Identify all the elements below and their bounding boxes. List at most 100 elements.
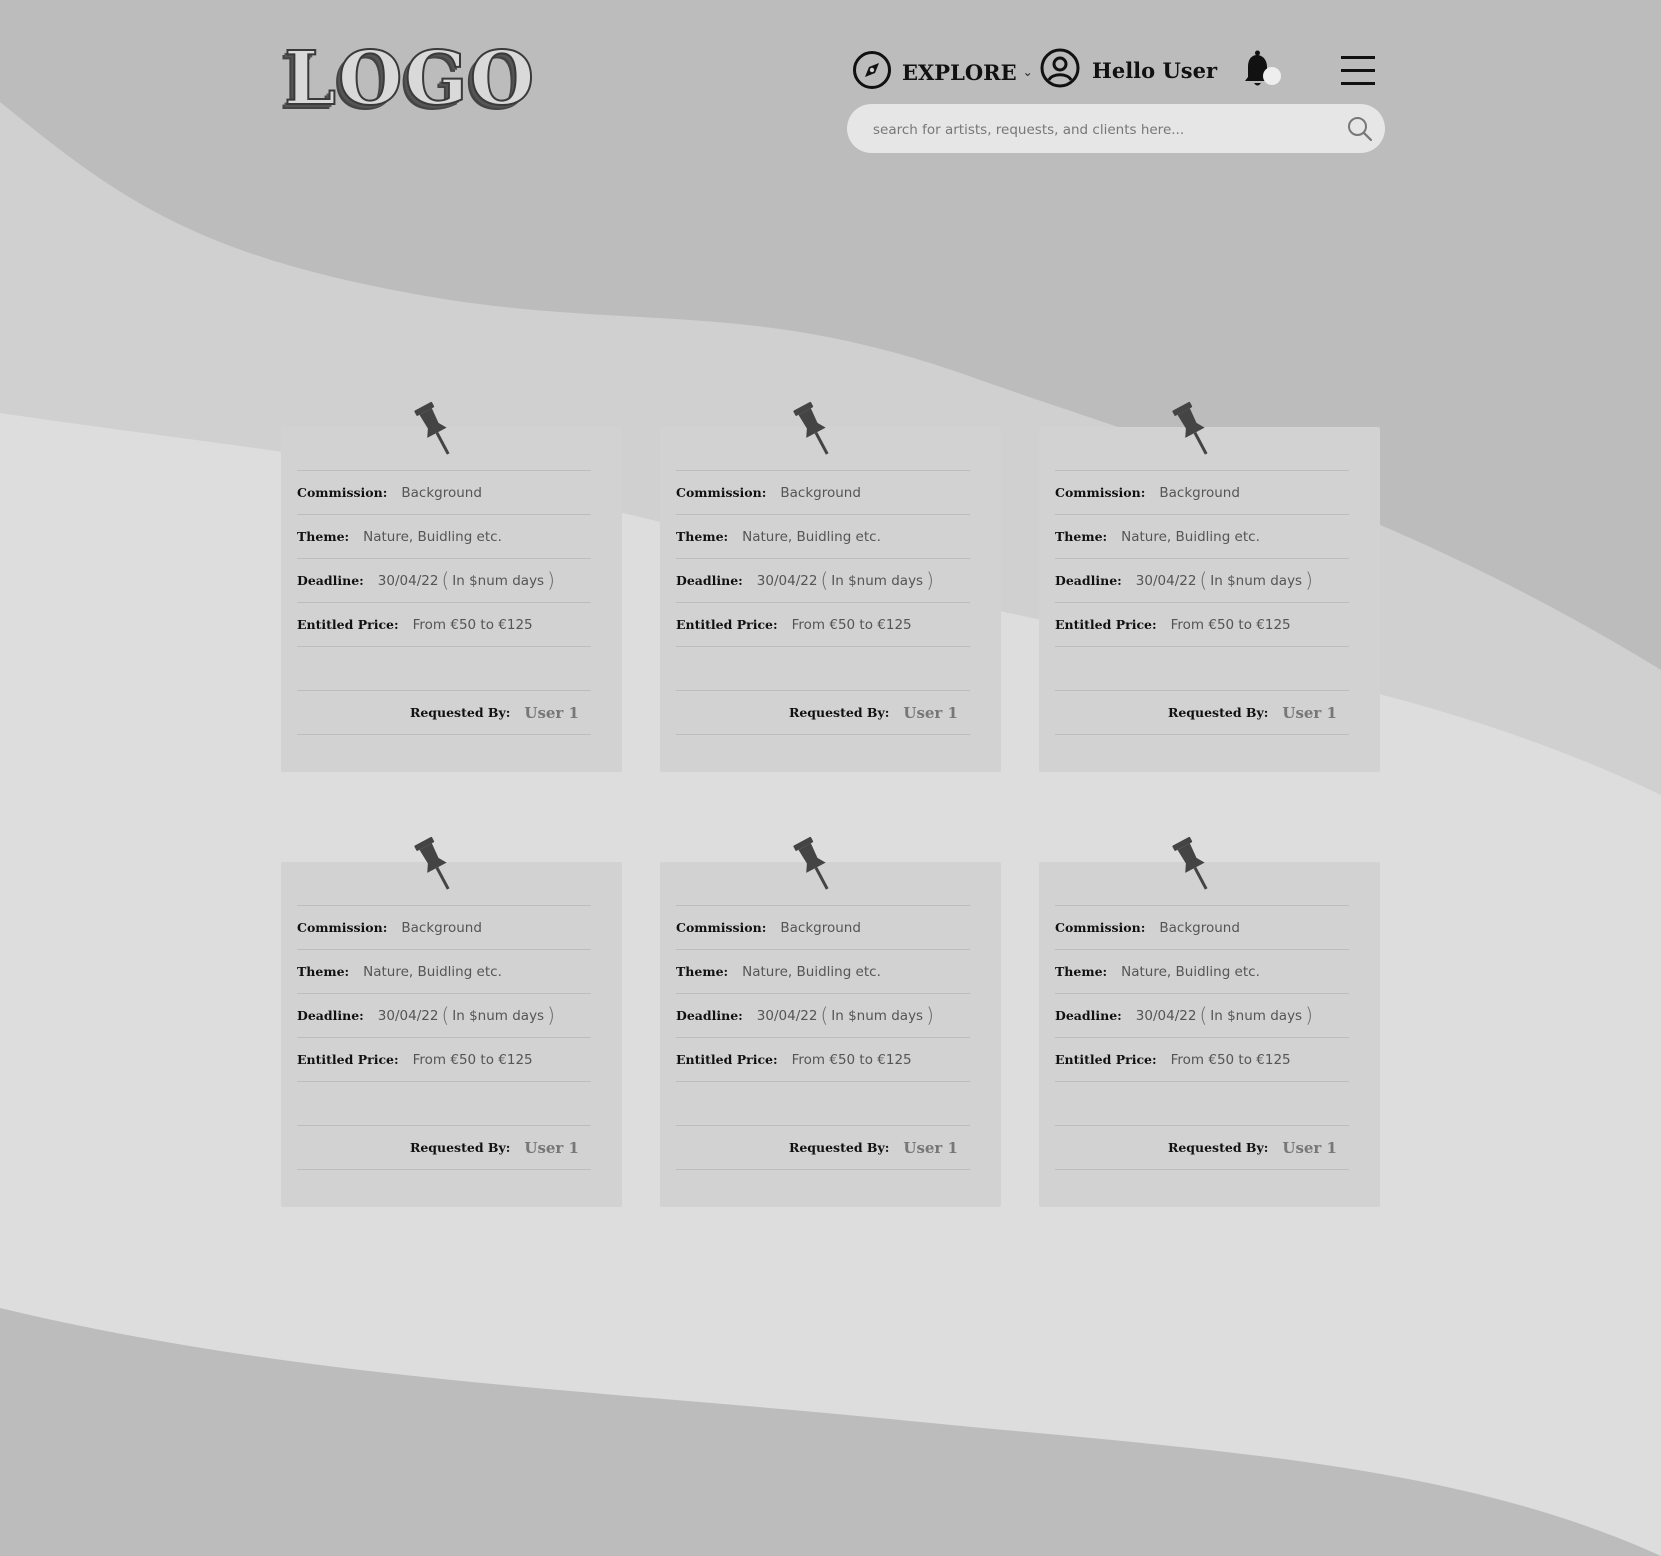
request-card[interactable]: Commission: Background Theme: Nature, Bu…	[1039, 401, 1380, 772]
price-label: Entitled Price:	[297, 1052, 399, 1067]
deadline-row: Deadline: 30/04/22 ( In $num days )	[297, 993, 591, 1037]
deadline-value: 30/04/22	[756, 1007, 818, 1024]
price-row: Entitled Price: From €50 to €125	[297, 1037, 591, 1081]
chevron-down-icon: ⌄	[1022, 65, 1033, 79]
card-fields: Commission: Background Theme: Nature, Bu…	[1055, 470, 1349, 735]
theme-row: Theme: Nature, Buidling etc.	[297, 514, 591, 558]
search-bar	[847, 104, 1385, 155]
search-input[interactable]	[871, 104, 1335, 155]
price-value: From €50 to €125	[1170, 616, 1291, 633]
requester-link[interactable]: User 1	[903, 704, 958, 722]
explore-menu[interactable]: EXPLORE ⌄	[852, 50, 1033, 94]
commission-value: Background	[780, 484, 861, 501]
deadline-relative: In $num days	[831, 1007, 924, 1024]
requested-by-row: Requested By: User 1	[297, 690, 591, 735]
spacer-row	[297, 1081, 591, 1125]
notification-bell-icon[interactable]	[1240, 47, 1284, 95]
deadline-row: Deadline: 30/04/22 ( In $num days )	[1055, 558, 1349, 602]
deadline-label: Deadline:	[1055, 1008, 1122, 1023]
deadline-row: Deadline: 30/04/22 ( In $num days )	[676, 558, 970, 602]
paren-open: (	[441, 1002, 450, 1027]
commission-label: Commission:	[297, 485, 388, 500]
deadline-label: Deadline:	[676, 1008, 743, 1023]
theme-value: Nature, Buidling etc.	[742, 528, 881, 545]
theme-value: Nature, Buidling etc.	[742, 963, 881, 980]
price-row: Entitled Price: From €50 to €125	[1055, 602, 1349, 646]
price-label: Entitled Price:	[676, 1052, 778, 1067]
theme-label: Theme:	[676, 529, 729, 544]
theme-label: Theme:	[1055, 964, 1108, 979]
deadline-value: 30/04/22	[377, 572, 439, 589]
deadline-row: Deadline: 30/04/22 ( In $num days )	[297, 558, 591, 602]
paren-open: (	[1199, 1002, 1208, 1027]
deadline-relative: In $num days	[452, 1007, 545, 1024]
requested-by-row: Requested By: User 1	[1055, 690, 1349, 735]
request-card[interactable]: Commission: Background Theme: Nature, Bu…	[660, 401, 1001, 772]
paren-open: (	[1199, 567, 1208, 592]
paren-close: )	[547, 1002, 555, 1027]
card-fields: Commission: Background Theme: Nature, Bu…	[297, 470, 591, 735]
deadline-value: 30/04/22	[756, 572, 818, 589]
requested-by-label: Requested By:	[409, 1140, 511, 1155]
card-fields: Commission: Background Theme: Nature, Bu…	[297, 905, 591, 1170]
paren-close: )	[926, 567, 934, 592]
paren-close: )	[547, 567, 555, 592]
commission-label: Commission:	[676, 920, 767, 935]
theme-value: Nature, Buidling etc.	[363, 963, 502, 980]
deadline-relative: In $num days	[1210, 572, 1303, 589]
price-value: From €50 to €125	[791, 616, 912, 633]
pushpin-icon	[791, 401, 839, 465]
card-fields: Commission: Background Theme: Nature, Bu…	[1055, 905, 1349, 1170]
commission-row: Commission: Background	[297, 905, 591, 949]
card-fields: Commission: Background Theme: Nature, Bu…	[676, 905, 970, 1170]
commission-value: Background	[1159, 919, 1240, 936]
pushpin-icon	[1170, 401, 1218, 465]
request-card[interactable]: Commission: Background Theme: Nature, Bu…	[281, 401, 622, 772]
paren-close: )	[926, 1002, 934, 1027]
request-card[interactable]: Commission: Background Theme: Nature, Bu…	[281, 836, 622, 1207]
requested-by-label: Requested By:	[788, 705, 890, 720]
logo[interactable]: LOGO	[283, 41, 536, 117]
requested-by-row: Requested By: User 1	[1055, 1125, 1349, 1170]
paren-open: (	[820, 567, 829, 592]
request-card[interactable]: Commission: Background Theme: Nature, Bu…	[1039, 836, 1380, 1207]
deadline-relative: In $num days	[831, 572, 924, 589]
search-icon[interactable]	[1347, 116, 1373, 146]
requester-link[interactable]: User 1	[903, 1139, 958, 1157]
pushpin-icon	[412, 836, 460, 900]
theme-label: Theme:	[676, 964, 729, 979]
commission-label: Commission:	[676, 485, 767, 500]
price-row: Entitled Price: From €50 to €125	[1055, 1037, 1349, 1081]
requester-link[interactable]: User 1	[1282, 704, 1337, 722]
requested-by-label: Requested By:	[1167, 705, 1269, 720]
user-menu[interactable]: Hello User	[1040, 48, 1217, 92]
theme-label: Theme:	[1055, 529, 1108, 544]
deadline-label: Deadline:	[297, 1008, 364, 1023]
theme-row: Theme: Nature, Buidling etc.	[676, 514, 970, 558]
deadline-relative: In $num days	[1210, 1007, 1303, 1024]
deadline-label: Deadline:	[676, 573, 743, 588]
hamburger-menu-icon[interactable]	[1341, 55, 1375, 91]
requester-link[interactable]: User 1	[1282, 1139, 1337, 1157]
deadline-value: 30/04/22	[1135, 1007, 1197, 1024]
deadline-row: Deadline: 30/04/22 ( In $num days )	[1055, 993, 1349, 1037]
price-row: Entitled Price: From €50 to €125	[676, 1037, 970, 1081]
price-row: Entitled Price: From €50 to €125	[297, 602, 591, 646]
theme-row: Theme: Nature, Buidling etc.	[297, 949, 591, 993]
deadline-value: 30/04/22	[1135, 572, 1197, 589]
deadline-label: Deadline:	[297, 573, 364, 588]
price-label: Entitled Price:	[1055, 617, 1157, 632]
price-value: From €50 to €125	[412, 616, 533, 633]
requested-by-label: Requested By:	[1167, 1140, 1269, 1155]
request-card[interactable]: Commission: Background Theme: Nature, Bu…	[660, 836, 1001, 1207]
requested-by-label: Requested By:	[788, 1140, 890, 1155]
card-fields: Commission: Background Theme: Nature, Bu…	[676, 470, 970, 735]
commission-row: Commission: Background	[676, 905, 970, 949]
commission-row: Commission: Background	[1055, 905, 1349, 949]
price-label: Entitled Price:	[1055, 1052, 1157, 1067]
requester-link[interactable]: User 1	[524, 704, 579, 722]
price-row: Entitled Price: From €50 to €125	[676, 602, 970, 646]
requested-by-row: Requested By: User 1	[676, 1125, 970, 1170]
requester-link[interactable]: User 1	[524, 1139, 579, 1157]
theme-value: Nature, Buidling etc.	[1121, 963, 1260, 980]
